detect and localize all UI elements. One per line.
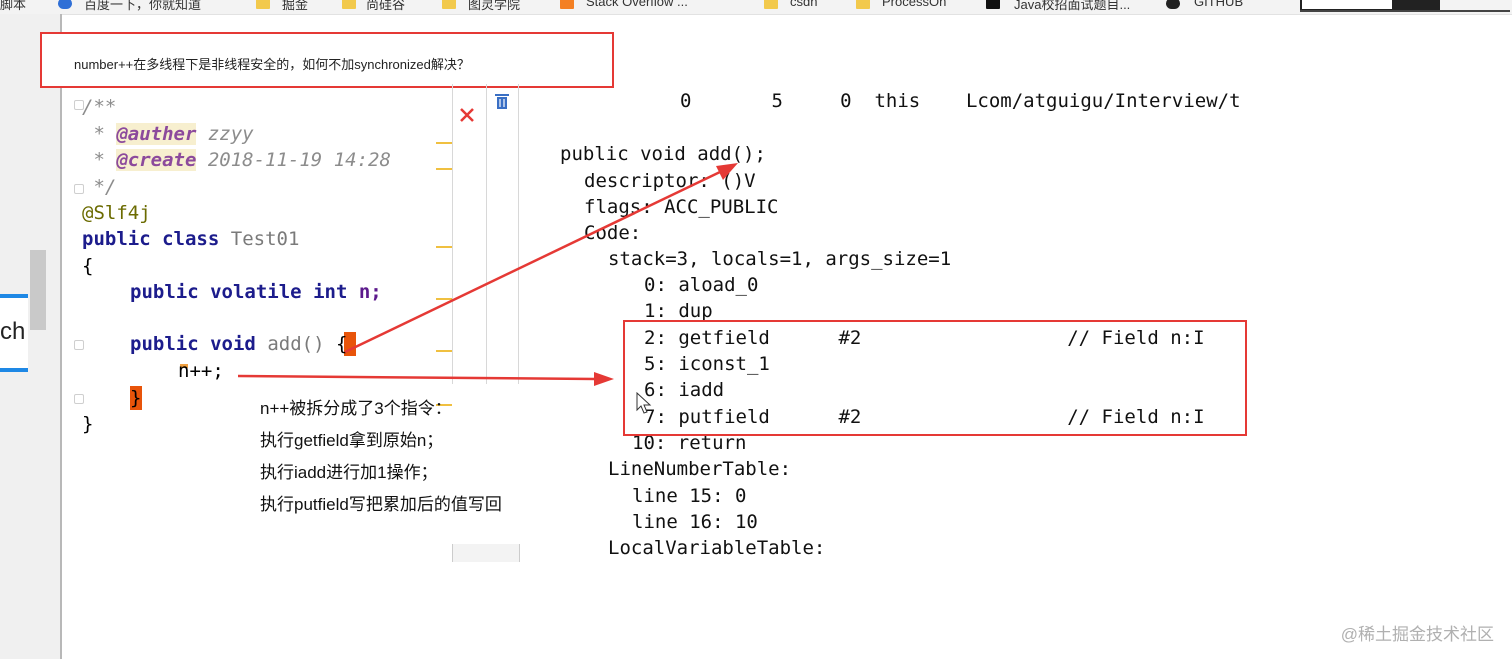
annotation-arrows [237,163,738,386]
arrow-to-instructions [237,374,597,381]
mouse-cursor-icon [636,391,652,418]
arrowhead [594,372,614,386]
arrowhead [716,163,738,180]
watermark: @稀土掘金技术社区 [1340,625,1494,644]
arrow-to-method [344,170,721,354]
